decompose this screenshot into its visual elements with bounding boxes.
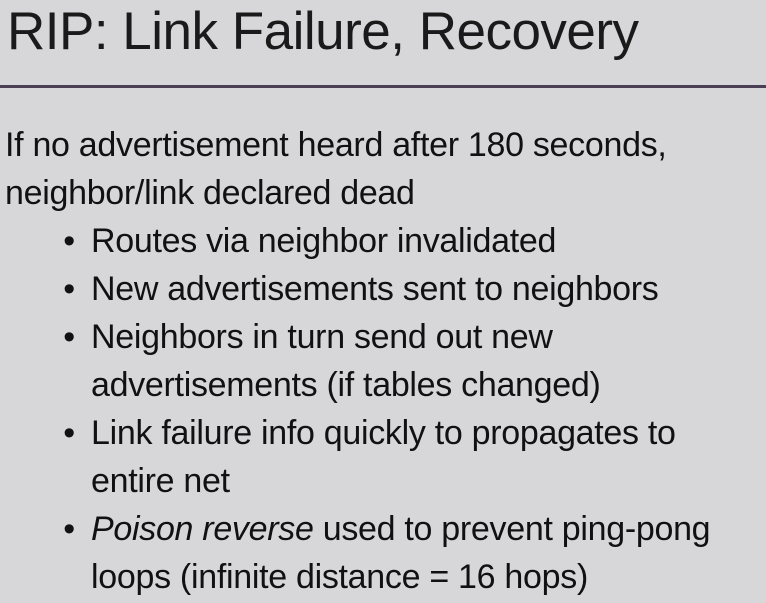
bullet-item-poison-reverse: • Poison reverse used to prevent ping-po…	[5, 505, 763, 601]
poison-reverse-term: Poison reverse	[91, 510, 314, 548]
slide: RIP: Link Failure, Recovery If no advert…	[0, 0, 766, 603]
bullet-text: Routes via neighbor invalidated	[91, 222, 557, 260]
slide-body: If no advertisement heard after 180 seco…	[5, 121, 763, 601]
bullet-item-routes-invalidated: • Routes via neighbor invalidated	[5, 217, 763, 265]
bullet-icon: •	[63, 510, 75, 548]
bullet-text-line-1: Link failure info quickly to propagates …	[91, 414, 676, 452]
slide-title: RIP: Link Failure, Recovery	[7, 2, 639, 61]
bullet-text: New advertisements sent to neighbors	[91, 270, 659, 308]
bullet-item-new-advertisements: • New advertisements sent to neighbors	[5, 265, 763, 313]
intro-line-2: neighbor/link declared dead	[5, 174, 415, 212]
intro-paragraph: If no advertisement heard after 180 seco…	[5, 121, 763, 217]
title-divider	[0, 85, 766, 88]
bullet-text-line-1: used to prevent ping-pong	[313, 510, 711, 548]
bullet-text-line-2: advertisements (if tables changed)	[91, 366, 601, 404]
intro-line-1: If no advertisement heard after 180 seco…	[5, 126, 667, 164]
bullet-icon: •	[63, 222, 75, 260]
bullet-item-neighbors-send: • Neighbors in turn send out new adverti…	[5, 313, 763, 409]
bullet-text-line-2: entire net	[91, 462, 230, 500]
bullet-item-link-failure-info: • Link failure info quickly to propagate…	[5, 409, 763, 505]
bullet-icon: •	[63, 414, 75, 452]
bullet-icon: •	[63, 318, 75, 356]
bullet-list: • Routes via neighbor invalidated • New …	[5, 217, 763, 601]
bullet-icon: •	[63, 270, 75, 308]
bullet-text-line-1: Neighbors in turn send out new	[91, 318, 553, 356]
bullet-text-line-2: loops (infinite distance = 16 hops)	[91, 558, 588, 596]
